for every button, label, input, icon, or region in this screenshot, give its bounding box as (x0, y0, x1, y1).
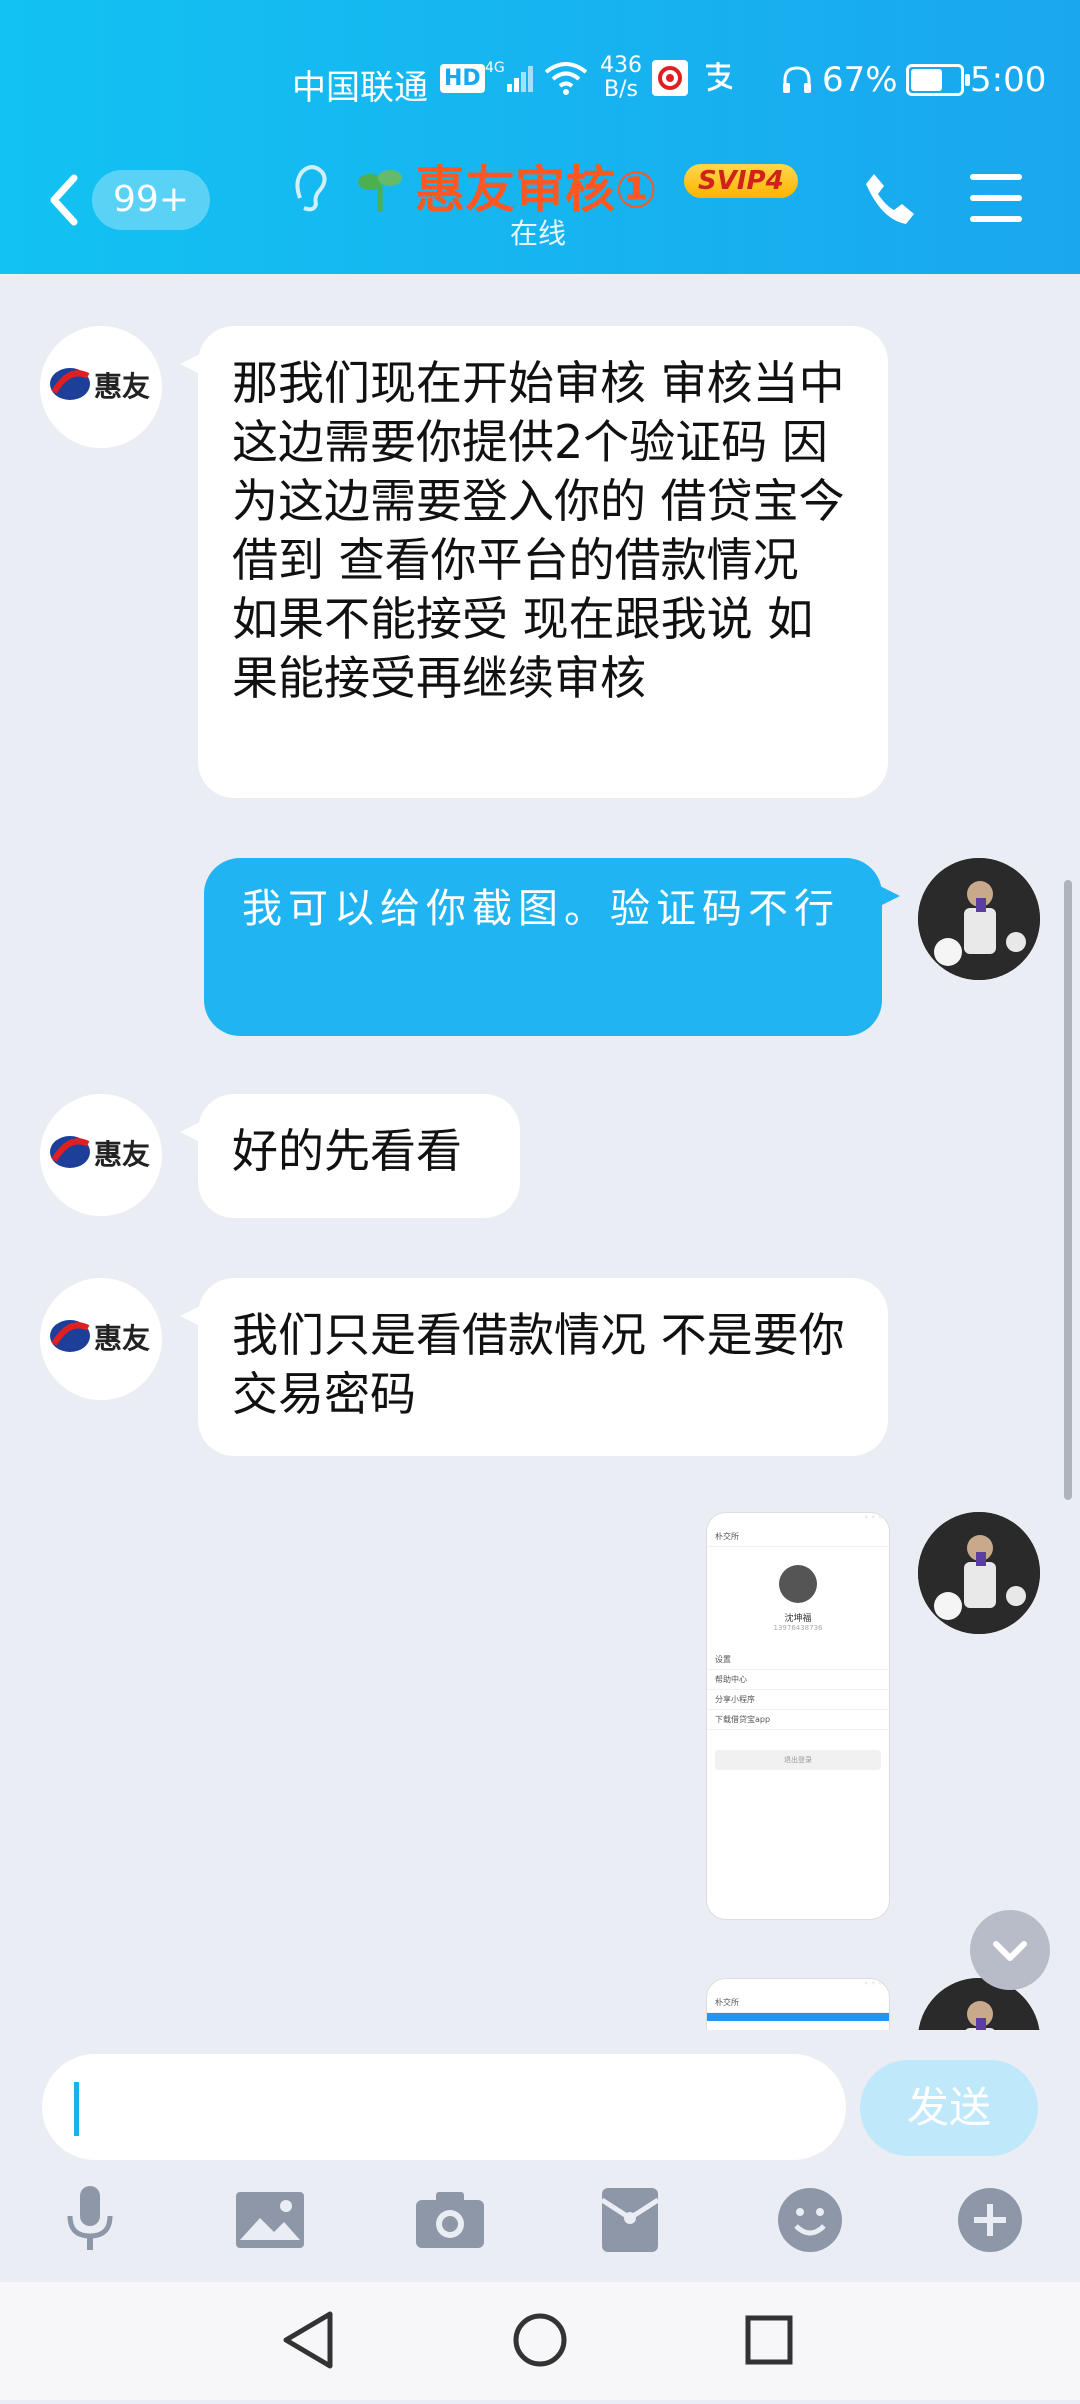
preview-status-bar: ◦ ◦ ◦ (707, 1979, 889, 1993)
composer: 发送 (0, 2030, 1080, 2280)
menu-icon[interactable] (970, 174, 1022, 222)
nav-home-icon[interactable] (513, 2313, 567, 2367)
camera-icon[interactable] (410, 2180, 490, 2260)
back-icon[interactable] (40, 160, 100, 240)
chat-header: 99+ 惠友审核① SVIP4 在线 (0, 140, 1080, 270)
scroll-to-bottom-button[interactable] (970, 1910, 1050, 1990)
chevron-down-icon (993, 1941, 1027, 1961)
clock: 5:00 (970, 60, 1047, 100)
image-message[interactable]: ◦ ◦ ◦ 朴交所 (706, 1978, 890, 2030)
message-text: 我们只是看借款情况 不是要你交易密码 (232, 1308, 845, 1421)
text-caret (74, 2082, 79, 2136)
message-text: 我可以给你截图。验证码不行 (242, 886, 840, 932)
sender-avatar[interactable]: 惠友 (40, 326, 162, 448)
preview-avatar (779, 1565, 817, 1603)
preview-header: 朴交所 (707, 1993, 889, 2013)
plus-icon[interactable] (950, 2180, 1030, 2260)
message-bubble-outgoing[interactable]: 我可以给你截图。验证码不行 (204, 858, 900, 1036)
svg-text:惠友: 惠友 (94, 1138, 150, 1171)
status-bar: 中国联通 HD 4G 436 B/s 67% 5:00 (0, 50, 1080, 110)
preview-button: 退出登录 (715, 1750, 881, 1770)
emoji-icon[interactable] (770, 2180, 850, 2260)
top-header: 中国联通 HD 4G 436 B/s 67% 5:00 99+ 惠友审核① SV… (0, 0, 1080, 274)
preview-header: 朴交所 (707, 1527, 889, 1547)
alipay-icon (700, 58, 736, 102)
image-icon[interactable] (230, 2180, 310, 2260)
mic-icon[interactable] (50, 2180, 130, 2260)
preview-name: 沈坤福 (784, 1614, 812, 1624)
battery-icon (905, 64, 970, 96)
preview-row: 分享小程序 (707, 1690, 889, 1710)
composer-toolbar (0, 2180, 1080, 2270)
preview-banner (707, 2013, 889, 2021)
message-bubble[interactable]: 好的先看看 (180, 1094, 520, 1218)
battery-status: 67% (780, 60, 970, 100)
hd-badge: HD (440, 64, 485, 93)
my-avatar[interactable] (918, 858, 1040, 980)
image-message[interactable]: ◦ ◦ ◦ 朴交所 沈坤福 13976438736 设置 帮助中心 分享小程序 … (706, 1512, 890, 1920)
carrier-label: 中国联通 (292, 68, 428, 108)
online-status: 在线 (510, 217, 567, 250)
svg-text:惠友: 惠友 (94, 1322, 150, 1355)
message-list[interactable]: 惠友 那我们现在开始审核 审核当中这边需要你提供2个验证码 因为这边需要登入你的… (0, 274, 1080, 2030)
phone-icon[interactable] (860, 168, 920, 228)
preview-row: 下载借贷宝app (707, 1710, 889, 1730)
svg-text:4G: 4G (485, 60, 505, 76)
headphone-icon (783, 66, 811, 93)
user-photo (918, 1512, 1040, 1634)
scrollbar[interactable] (1064, 880, 1072, 1500)
battery-percent: 67% (822, 60, 898, 100)
nav-recents-icon[interactable] (745, 2315, 793, 2365)
network-speed: 436 B/s (600, 53, 642, 102)
sprout-icon (352, 162, 408, 222)
preview-row: 帮助中心 (707, 1670, 889, 1690)
sender-avatar[interactable]: 惠友 (40, 1278, 162, 1400)
preview-status-bar: ◦ ◦ ◦ (707, 1513, 889, 1527)
preview-row: 设置 (707, 1650, 889, 1670)
huiyou-logo: 惠友 (40, 326, 162, 448)
system-navigation-bar (0, 2282, 1080, 2400)
user-photo (918, 858, 1040, 980)
signal-icon: 4G (485, 58, 537, 107)
unread-count-badge[interactable]: 99+ (92, 170, 210, 230)
my-avatar[interactable] (918, 1512, 1040, 1634)
huiyou-logo: 惠友 (40, 1094, 162, 1216)
message-bubble[interactable]: 那我们现在开始审核 审核当中这边需要你提供2个验证码 因为这边需要登入你的 借贷… (180, 326, 888, 798)
svg-text:惠友: 惠友 (94, 370, 150, 403)
wifi-icon (544, 58, 588, 107)
message-text: 好的先看看 (232, 1124, 462, 1178)
message-input[interactable] (42, 2054, 846, 2160)
message-text: 那我们现在开始审核 审核当中这边需要你提供2个验证码 因为这边需要登入你的 借贷… (232, 356, 845, 705)
ear-icon[interactable] (290, 158, 330, 218)
message-bubble[interactable]: 我们只是看借款情况 不是要你交易密码 (180, 1278, 888, 1456)
huiyou-logo: 惠友 (40, 1278, 162, 1400)
svip-badge: SVIP4 (684, 164, 798, 198)
notification-app-icon (652, 60, 688, 96)
preview-phone: 13976438736 (773, 1624, 823, 1632)
send-button[interactable]: 发送 (860, 2060, 1038, 2156)
red-packet-icon[interactable] (590, 2180, 670, 2260)
sender-avatar[interactable]: 惠友 (40, 1094, 162, 1216)
nav-back-icon[interactable] (283, 2311, 333, 2369)
